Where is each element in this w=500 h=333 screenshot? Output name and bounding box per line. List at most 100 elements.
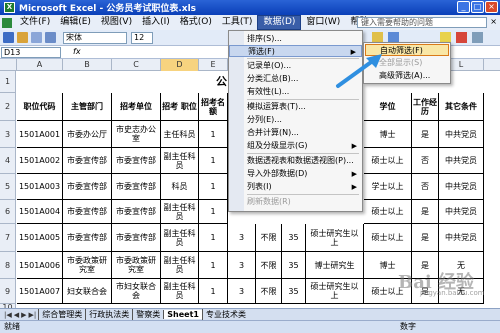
menu-view[interactable]: 视图(V) — [96, 16, 137, 29]
cell-position[interactable]: 副主任科员 — [161, 252, 199, 279]
cell-dept[interactable]: 市委宣传部 — [63, 200, 112, 224]
cell-position[interactable]: 主任科员 — [161, 121, 199, 148]
cell-col-g[interactable]: 不限 — [256, 279, 282, 304]
first-sheet-icon[interactable]: |◀ — [4, 311, 12, 319]
cell-unit[interactable]: 市妇女联合会 — [112, 279, 161, 304]
row-header[interactable]: 3 — [0, 121, 16, 148]
cell-other[interactable]: 中共党员 — [439, 174, 484, 200]
sheet-tab[interactable]: 专业技术类 — [201, 309, 249, 320]
sheet-tab-active[interactable]: Sheet1 — [163, 310, 202, 319]
menu-item-table[interactable]: 模拟运算表(T)... — [229, 101, 362, 113]
column-header[interactable]: D — [161, 59, 199, 71]
cell-degree[interactable]: 学士以上 — [364, 174, 412, 200]
cell-unit[interactable]: 市委宣传部 — [112, 174, 161, 200]
cell-education[interactable]: 博士研究生 — [306, 252, 364, 279]
header-cell[interactable]: 其它条件 — [439, 93, 484, 121]
cell-count[interactable]: 1 — [199, 121, 228, 148]
cell-count[interactable]: 1 — [199, 252, 228, 279]
row-header[interactable]: 5 — [0, 174, 16, 200]
menu-tools[interactable]: 工具(T) — [217, 16, 258, 29]
cell-col-h[interactable]: 35 — [282, 224, 306, 252]
cell-position[interactable]: 副主任科员 — [161, 279, 199, 304]
cell-dept[interactable]: 市委政策研究室 — [63, 252, 112, 279]
cell-degree[interactable]: 硕士以上 — [364, 148, 412, 174]
menu-item-consolidate[interactable]: 合并计算(N)... — [229, 127, 362, 139]
cell-count[interactable]: 1 — [199, 200, 228, 224]
cell-unit[interactable]: 市委宣传部 — [112, 148, 161, 174]
menu-item-group-outline[interactable]: 组及分级显示(G) ▶ — [229, 140, 362, 152]
font-size-select[interactable]: 12 — [131, 31, 153, 44]
header-cell[interactable]: 招考 职位 — [161, 93, 199, 121]
menu-item-sort[interactable]: 排序(S)... — [229, 33, 362, 45]
workbook-icon[interactable] — [2, 17, 12, 28]
cell-col-h[interactable]: 35 — [282, 252, 306, 279]
cell-unit[interactable]: 市委宣传部 — [112, 224, 161, 252]
cell-col-f[interactable]: 3 — [228, 224, 256, 252]
sheet-tab[interactable]: 行政执法类 — [85, 309, 132, 320]
borders-icon[interactable] — [472, 32, 483, 43]
cell-code[interactable]: 1501A004 — [17, 200, 63, 224]
cell-unit[interactable]: 市委宣传部 — [112, 200, 161, 224]
cell-experience[interactable]: 否 — [412, 174, 439, 200]
menu-window[interactable]: 窗口(W) — [301, 16, 345, 29]
cell-unit[interactable]: 市委政策研究室 — [112, 252, 161, 279]
menu-data[interactable]: 数据(D) — [257, 15, 302, 30]
menu-item-refresh-data[interactable]: 刷新数据(R) — [229, 196, 362, 208]
cell-experience[interactable]: 是 — [412, 200, 439, 224]
cell-degree[interactable]: 博士 — [364, 121, 412, 148]
last-sheet-icon[interactable]: ▶| — [29, 311, 37, 319]
cell-code[interactable]: 1501A003 — [17, 174, 63, 200]
fx-icon[interactable]: fx — [73, 47, 81, 56]
cell-experience[interactable]: 是 — [412, 121, 439, 148]
header-cell[interactable]: 招考名额 — [199, 93, 228, 121]
cell-dept[interactable]: 妇女联合会 — [63, 279, 112, 304]
cell-other[interactable]: 中共党员 — [439, 121, 484, 148]
cell-other[interactable]: 中共党员 — [439, 200, 484, 224]
cell-degree[interactable]: 硕士以上 — [364, 224, 412, 252]
row-header[interactable]: 4 — [0, 148, 16, 174]
cell-position[interactable]: 副主任科员 — [161, 224, 199, 252]
row-header[interactable]: 9 — [0, 279, 16, 304]
cell-other[interactable]: 中共党员 — [439, 224, 484, 252]
cell-col-h[interactable]: 35 — [282, 279, 306, 304]
minimize-button[interactable]: _ — [457, 1, 470, 13]
row-header[interactable]: 8 — [0, 252, 16, 279]
cell-position[interactable]: 副主任科员 — [161, 200, 199, 224]
row-header[interactable]: 7 — [0, 224, 16, 252]
row-header[interactable]: 1 — [0, 71, 16, 93]
cell-experience[interactable]: 否 — [412, 148, 439, 174]
menu-item-list[interactable]: 列表(I) ▶ — [229, 181, 362, 193]
cell-col-g[interactable]: 不限 — [256, 224, 282, 252]
cell-position[interactable]: 副主任科员 — [161, 148, 199, 174]
cell-dept[interactable]: 市委办公厅 — [63, 121, 112, 148]
cell-other[interactable]: 中共党员 — [439, 148, 484, 174]
cell-degree[interactable]: 硕士以上 — [364, 200, 412, 224]
menu-file[interactable]: 文件(F) — [15, 16, 55, 29]
cell-col-f[interactable]: 3 — [228, 279, 256, 304]
cell-dept[interactable]: 市委宣传部 — [63, 224, 112, 252]
cell-count[interactable]: 1 — [199, 224, 228, 252]
header-cell[interactable]: 学位 — [364, 93, 412, 121]
help-search-input[interactable]: 键入需要帮助的问题 — [357, 17, 487, 28]
header-cell[interactable]: 招考单位 — [112, 93, 161, 121]
cell-dept[interactable]: 市委宣传部 — [63, 174, 112, 200]
cell-education[interactable]: 硕士研究生以上 — [306, 224, 364, 252]
close-workbook-icon[interactable]: × — [490, 17, 497, 26]
menu-item-text-to-columns[interactable]: 分列(E)... — [229, 114, 362, 126]
menu-item-import-data[interactable]: 导入外部数据(D) ▶ — [229, 168, 362, 180]
sheet-tab[interactable]: 综合管理类 — [38, 309, 85, 320]
column-header[interactable]: B — [63, 59, 112, 71]
name-box[interactable]: D13 — [1, 47, 61, 58]
open-icon[interactable] — [17, 32, 28, 43]
header-cell[interactable]: 工作经历 — [412, 93, 439, 121]
cell-experience[interactable]: 是 — [412, 224, 439, 252]
cell-col-g[interactable]: 不限 — [256, 252, 282, 279]
cell-code[interactable]: 1501A007 — [17, 279, 63, 304]
row-header[interactable]: 2 — [0, 93, 16, 121]
menu-format[interactable]: 格式(O) — [175, 16, 217, 29]
print-icon[interactable] — [31, 32, 42, 43]
cell-dept[interactable]: 市委宣传部 — [63, 148, 112, 174]
column-header[interactable]: E — [199, 59, 228, 71]
cell-count[interactable]: 1 — [199, 148, 228, 174]
paste-icon[interactable] — [45, 32, 56, 43]
